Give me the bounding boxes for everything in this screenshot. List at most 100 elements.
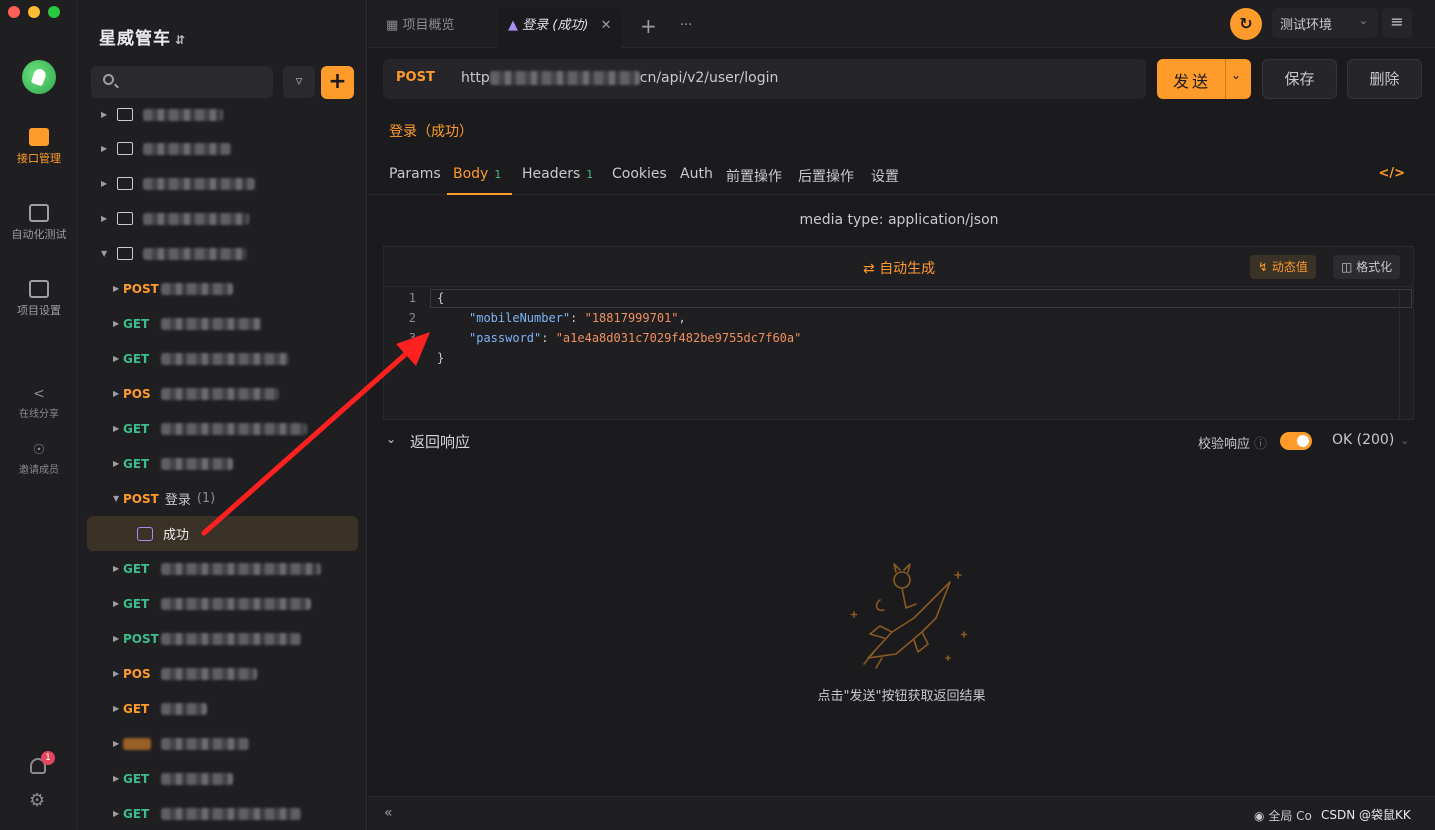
help-icon[interactable]: ⓘ xyxy=(1254,437,1267,452)
tree-endpoint[interactable]: ▶ GET xyxy=(79,586,367,621)
tree-search-input[interactable] xyxy=(91,66,273,98)
close-window-button[interactable] xyxy=(8,6,20,18)
environment-menu-button[interactable]: ≡ xyxy=(1382,8,1412,38)
chevron-down-icon[interactable]: ⌄ xyxy=(1231,68,1241,82)
tree-case-selected[interactable]: 成功 xyxy=(87,516,358,551)
add-button[interactable]: + xyxy=(321,66,354,99)
method-select[interactable]: POST xyxy=(396,70,435,85)
send-button[interactable]: 发送 ⌄ xyxy=(1157,59,1251,99)
caret-right-icon: ▶ xyxy=(113,319,120,328)
save-button[interactable]: 保存 xyxy=(1262,59,1337,99)
method-tag: POS xyxy=(123,386,151,401)
tree-endpoint[interactable]: ▶ POST xyxy=(79,621,367,656)
status-select[interactable]: OK (200) ⌄ xyxy=(1332,432,1410,448)
caret-right-icon: ▶ xyxy=(113,424,120,433)
rail-item-api-manage[interactable]: 接口管理 xyxy=(0,128,78,166)
tab-auth[interactable]: Auth xyxy=(680,166,713,182)
rail-share[interactable]: < 在线分享 xyxy=(0,386,78,420)
rail-invite[interactable]: ☉ 邀请成员 xyxy=(0,442,78,476)
tab-headers[interactable]: Headers 1 xyxy=(522,166,593,182)
code-line: { xyxy=(437,291,445,305)
format-label: 格式化 xyxy=(1356,260,1393,274)
tree-endpoint[interactable]: ▶ GET xyxy=(79,341,367,376)
caret-right-icon: ▶ xyxy=(101,144,108,153)
filter-button[interactable]: ▿ xyxy=(283,66,315,98)
tree-endpoint-login[interactable]: ▼ POST 登录 (1) xyxy=(79,481,367,516)
body-editor[interactable]: ⇄ 自动生成 ↯ 动态值 ◫ 格式化 1 2 3 { "mobileNumber… xyxy=(383,246,1414,420)
maximize-window-button[interactable] xyxy=(48,6,60,18)
redacted-name xyxy=(143,212,249,225)
caret-right-icon: ▶ xyxy=(113,739,120,748)
json-key: "mobileNumber" xyxy=(469,311,571,325)
rail-item-project-settings[interactable]: 项目设置 xyxy=(0,280,78,318)
tree-endpoint[interactable]: ▶ GET xyxy=(79,761,367,796)
tree-folder[interactable]: ▶ xyxy=(79,201,367,236)
redacted-name xyxy=(161,387,279,400)
tab-settings[interactable]: 设置 xyxy=(871,166,899,186)
auto-generate-button[interactable]: ⇄ 自动生成 xyxy=(863,258,935,278)
minimize-window-button[interactable] xyxy=(28,6,40,18)
validate-response-toggle[interactable] xyxy=(1280,432,1312,450)
case-title: 登录（成功） xyxy=(389,124,473,140)
tree-endpoint[interactable]: ▶ POS xyxy=(79,656,367,691)
redacted-name xyxy=(161,597,311,610)
redacted-name xyxy=(161,772,233,785)
tree-endpoint[interactable]: ▶ POST xyxy=(79,271,367,306)
tree-folder[interactable]: ▶ xyxy=(79,131,367,166)
code-line: "mobileNumber": "18817999701", xyxy=(469,311,686,325)
delete-button[interactable]: 删除 xyxy=(1347,59,1422,99)
sync-icon[interactable]: ↻ xyxy=(1230,8,1262,40)
tab-post-operations[interactable]: 后置操作 xyxy=(798,166,854,186)
gear-icon[interactable]: ⚙ xyxy=(29,790,45,811)
tab-cookies[interactable]: Cookies xyxy=(612,166,667,182)
dynamic-value-button[interactable]: ↯ 动态值 xyxy=(1250,255,1316,279)
method-tag: GET xyxy=(123,421,150,436)
tab-body[interactable]: Body 1 xyxy=(453,166,501,182)
tree-folder-open[interactable]: ▼ xyxy=(79,236,367,271)
tree-endpoint[interactable]: ▶ POS xyxy=(79,376,367,411)
redacted-name xyxy=(161,282,233,295)
tab-project-overview[interactable]: ▦ 项目概览 xyxy=(386,8,454,48)
tab-params[interactable]: Params xyxy=(389,166,441,182)
editor-scrollbar[interactable] xyxy=(1399,288,1413,420)
redacted-name xyxy=(161,422,307,435)
code-icon[interactable]: </> xyxy=(1378,166,1405,181)
tab-bar: ▦ 项目概览 ▲ 登录 (成功) ✕ + ··· ↻ 测试环境 ⌄ ≡ xyxy=(368,0,1435,48)
tree-endpoint[interactable]: ▶ GET xyxy=(79,551,367,586)
wand-icon: ↯ xyxy=(1258,260,1269,274)
project-switcher[interactable]: 星威管车 ⇵ xyxy=(99,24,186,49)
more-tabs-button[interactable]: ··· xyxy=(680,8,692,48)
tree-endpoint[interactable]: ▶ xyxy=(79,726,367,761)
case-count: (1) xyxy=(196,491,216,506)
send-label: 发送 xyxy=(1173,72,1212,91)
format-button[interactable]: ◫ 格式化 xyxy=(1333,255,1401,279)
rail-item-automation[interactable]: 自动化测试 xyxy=(0,204,78,242)
global-label: 全局 Co xyxy=(1268,809,1312,823)
tree-endpoint[interactable]: ▶ GET xyxy=(79,691,367,726)
url-input[interactable]: http cn/api/v2/user/login xyxy=(461,70,778,86)
tree-folder[interactable]: ▶ xyxy=(79,166,367,201)
code-area[interactable]: 1 2 3 { "mobileNumber": "18817999701", "… xyxy=(384,288,1413,420)
tree-endpoint[interactable]: ▶ GET xyxy=(79,446,367,481)
tree-endpoint[interactable]: ▶ GET xyxy=(79,411,367,446)
tree-endpoint[interactable]: ▶ GET xyxy=(79,306,367,341)
new-tab-button[interactable]: + xyxy=(640,8,657,48)
close-icon[interactable]: ✕ xyxy=(601,18,612,33)
tab-pre-operations[interactable]: 前置操作 xyxy=(726,166,782,186)
send-divider xyxy=(1225,59,1226,99)
menu-icon: ≡ xyxy=(1390,12,1404,31)
url-prefix: http xyxy=(461,70,490,86)
app-logo xyxy=(22,60,56,94)
environment-select[interactable]: 测试环境 ⌄ xyxy=(1272,8,1378,38)
chevron-down-icon: ⌄ xyxy=(1358,14,1368,27)
tree-endpoint[interactable]: ▶ GET xyxy=(79,796,367,830)
tree-folder[interactable]: ▶ xyxy=(79,97,367,132)
global-cookie-button[interactable]: ◉ 全局 Co xyxy=(1254,807,1312,824)
caret-right-icon: ▶ xyxy=(113,599,120,608)
tab-login-success[interactable]: ▲ 登录 (成功) ✕ xyxy=(498,8,622,48)
count-badge: 1 xyxy=(586,168,594,181)
chevron-down-icon[interactable]: ⌄ xyxy=(386,432,396,446)
collapse-sidebar-icon[interactable]: « xyxy=(384,805,393,821)
url-bar[interactable]: POST http cn/api/v2/user/login xyxy=(383,59,1146,99)
plus-icon: + xyxy=(640,14,657,38)
